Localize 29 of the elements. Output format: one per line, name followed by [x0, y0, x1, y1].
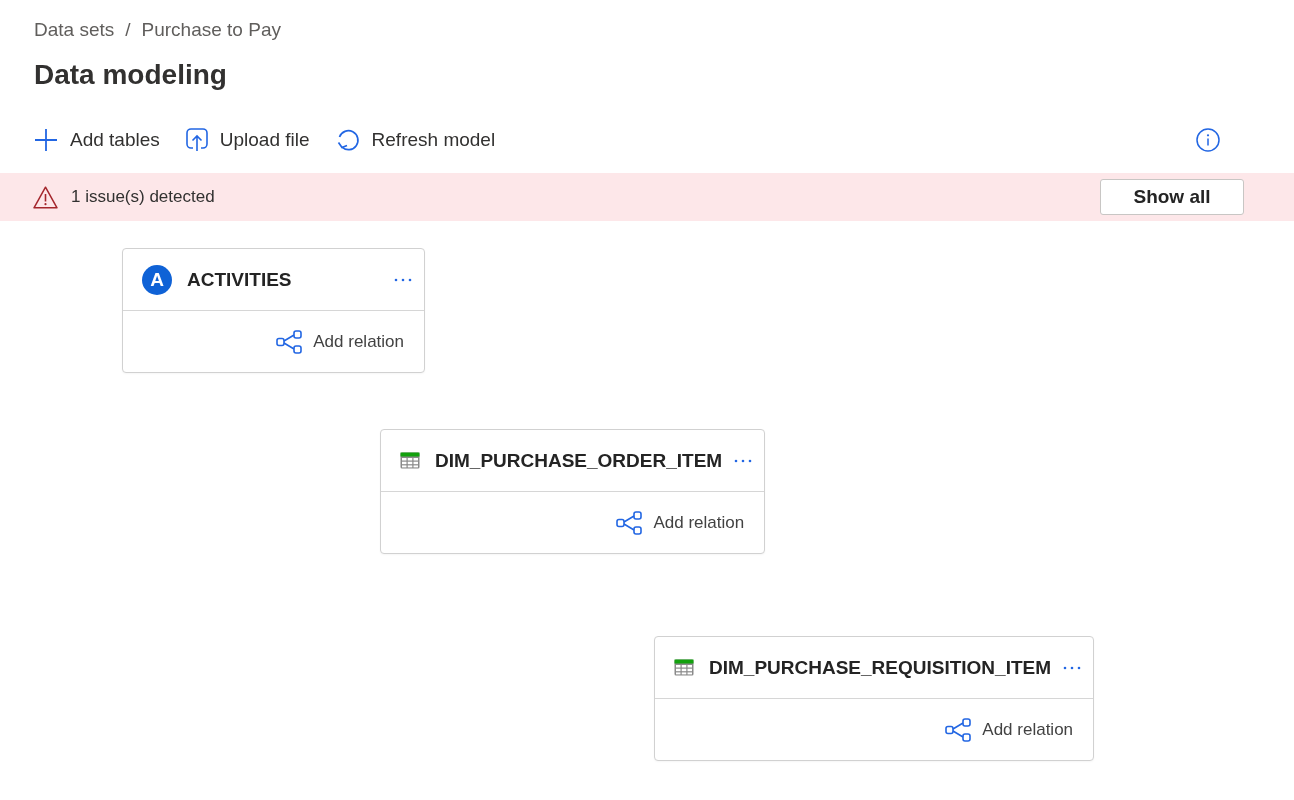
- letter-badge: A: [142, 264, 172, 295]
- warning-icon: [33, 185, 58, 209]
- table-name: DIM_PURCHASE_REQUISITION_ITEM: [709, 656, 1052, 679]
- add-relation-button[interactable]: Add relation: [945, 717, 1074, 742]
- breadcrumb-current: Purchase to Pay: [141, 18, 281, 42]
- more-icon[interactable]: [394, 277, 412, 282]
- toolbar-button[interactable]: Refresh model: [335, 128, 496, 152]
- info-icon[interactable]: [1196, 128, 1220, 152]
- more-icon[interactable]: [1063, 665, 1082, 670]
- breadcrumb-separator: /: [125, 18, 131, 42]
- upload-icon: [185, 128, 208, 152]
- share-icon: [616, 510, 643, 535]
- add-relation-button[interactable]: Add relation: [276, 329, 404, 354]
- plus-icon: [34, 128, 58, 152]
- issue-message: 1 issue(s) detected: [71, 187, 216, 207]
- toolbar-button[interactable]: Upload file: [185, 128, 310, 152]
- table-name: DIM_PURCHASE_ORDER_ITEM: [435, 449, 723, 472]
- share-icon: [276, 329, 303, 354]
- table-icon: [674, 659, 694, 676]
- show-all-button[interactable]: Show all: [1100, 179, 1244, 215]
- page-title: Data modeling: [34, 58, 227, 92]
- more-icon[interactable]: [734, 458, 753, 463]
- breadcrumb-link[interactable]: Data sets: [34, 18, 115, 42]
- table-icon: [400, 452, 420, 469]
- refresh-icon: [335, 128, 360, 152]
- add-relation-button[interactable]: Add relation: [616, 510, 745, 535]
- toolbar-button[interactable]: Add tables: [34, 128, 160, 152]
- share-icon: [945, 717, 972, 742]
- table-name: ACTIVITIES: [187, 268, 293, 291]
